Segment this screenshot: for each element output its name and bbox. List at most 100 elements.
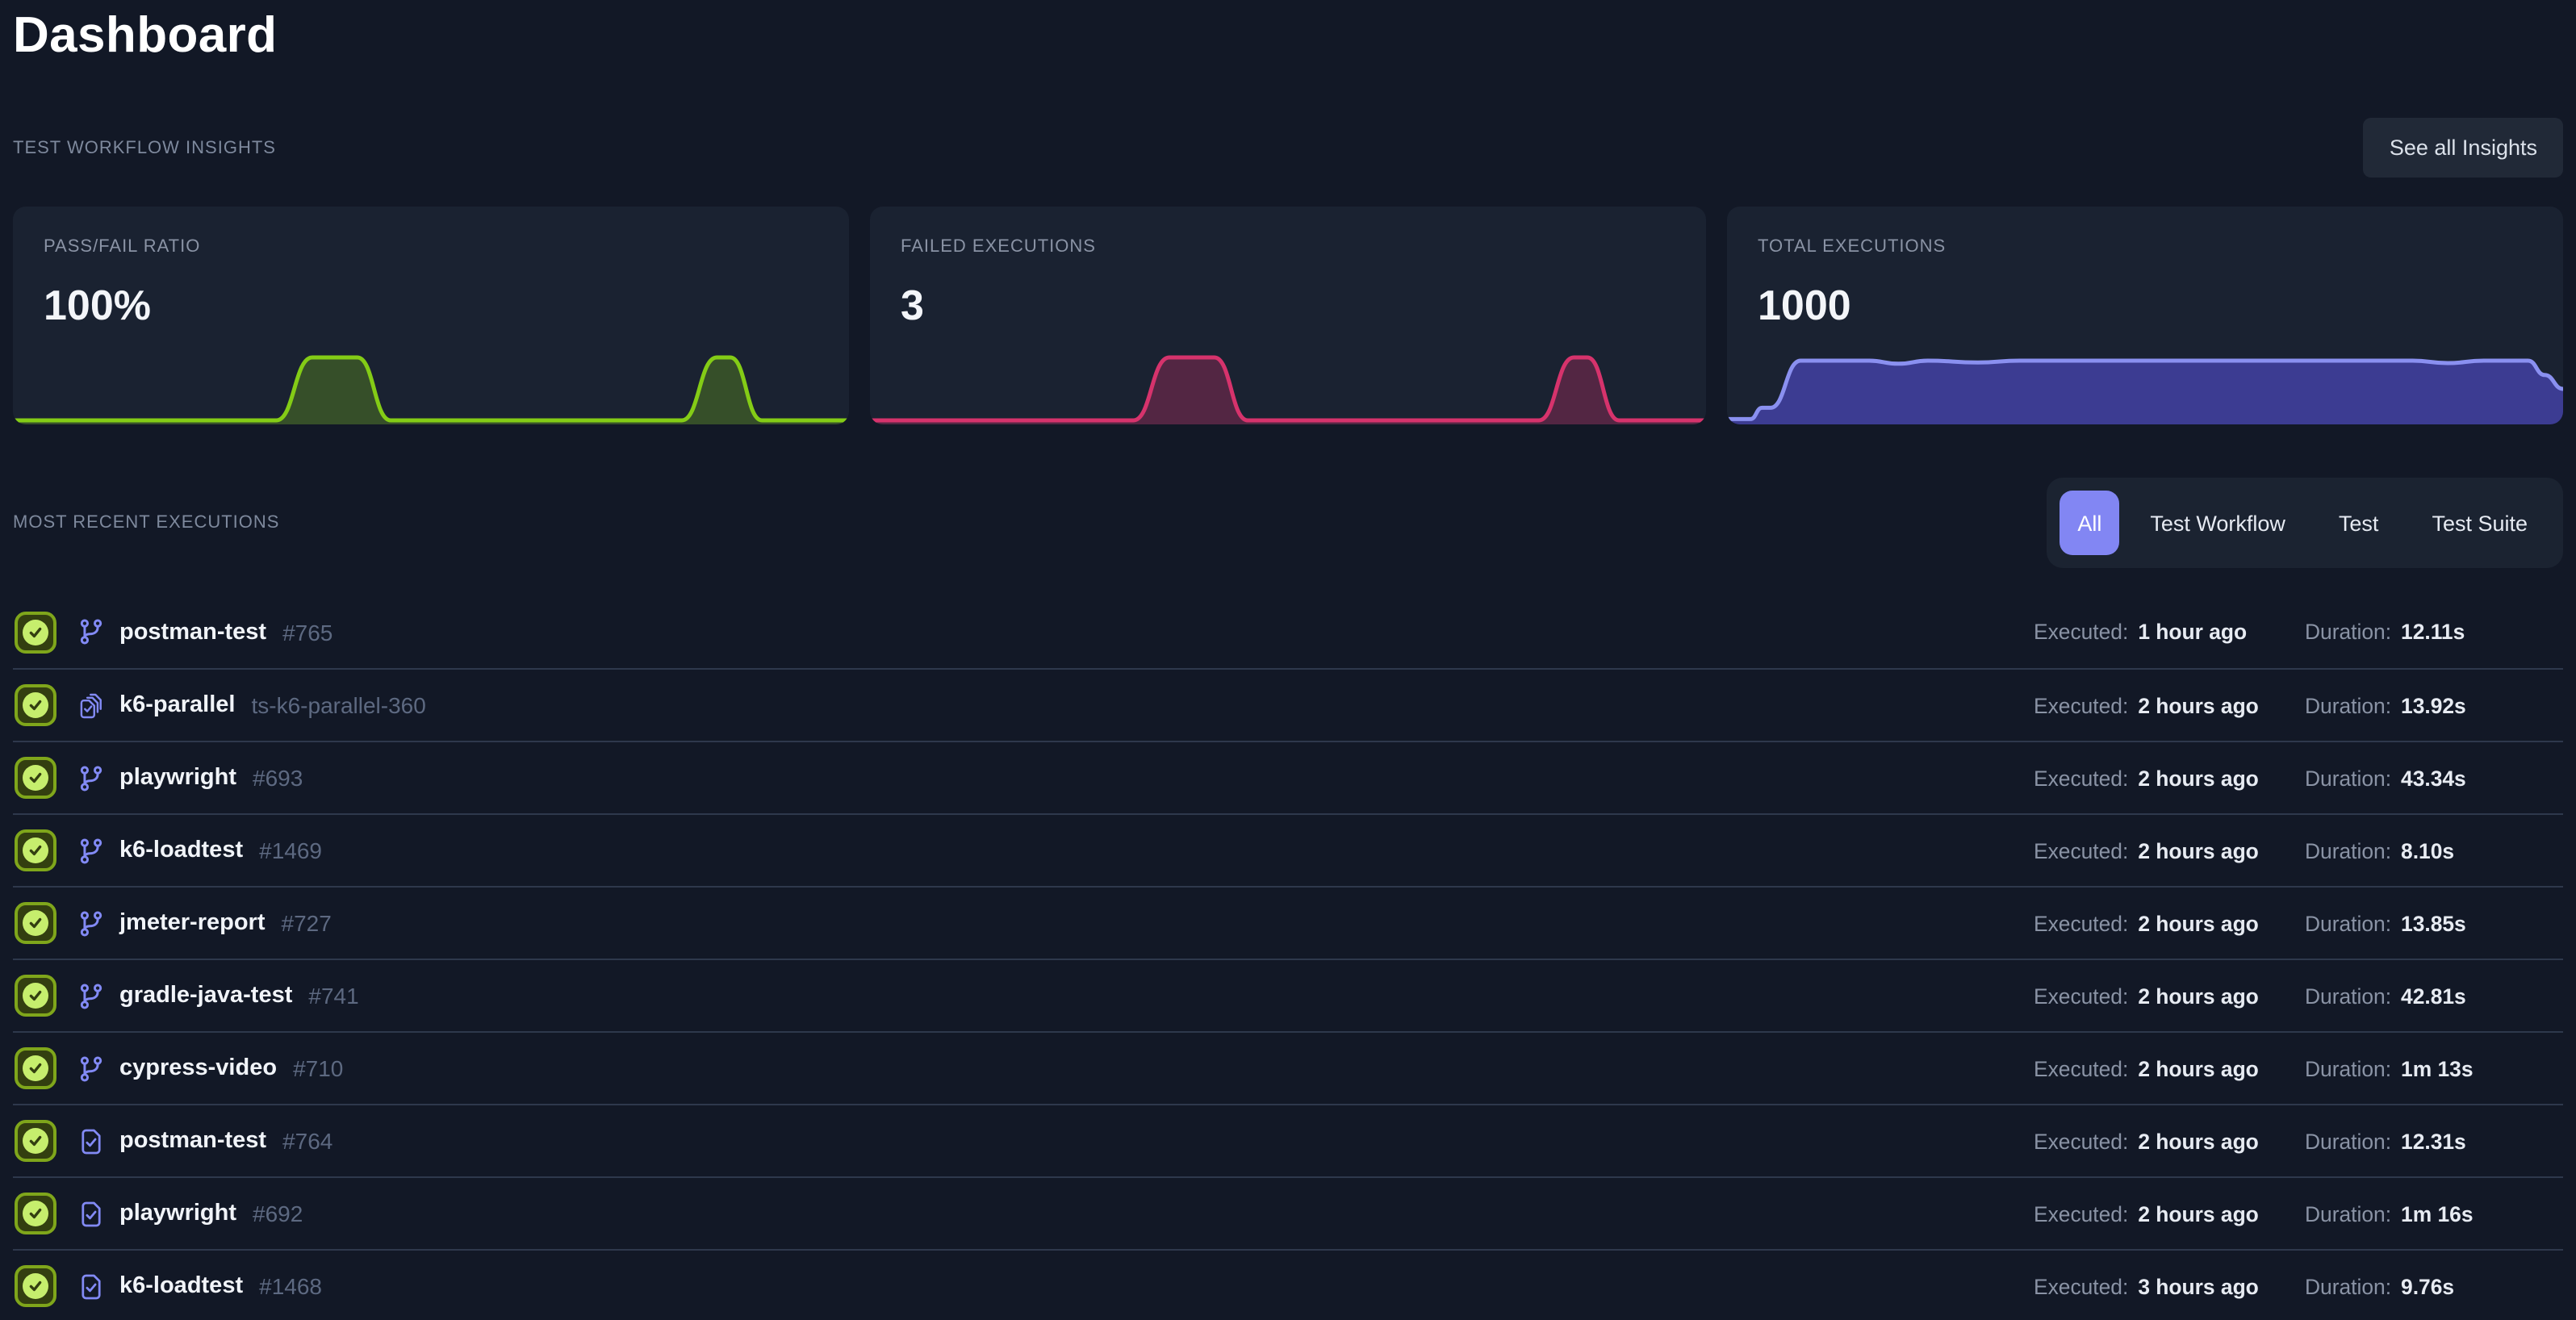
execution-name: playwright [119, 765, 236, 791]
duration-value: 1m 16s [2401, 1201, 2473, 1226]
executed-value: 2 hours ago [2138, 911, 2259, 935]
execution-row[interactable]: playwright#692Executed:2 hours agoDurati… [13, 1176, 2563, 1249]
execution-id: #1468 [259, 1273, 322, 1299]
insights-section-label: TEST WORKFLOW INSIGHTS [13, 138, 276, 157]
execution-name: postman-test [119, 619, 266, 645]
execution-row[interactable]: postman-test #765 Executed: 1 hour ago Durat… [13, 595, 2563, 668]
execution-id: ts-k6-parallel-360 [252, 692, 426, 718]
execution-row[interactable]: k6-loadtest#1469Executed:2 hours agoDura… [13, 813, 2563, 886]
executed-label: Executed: [2034, 693, 2128, 717]
execution-id: #765 [282, 619, 332, 645]
sparkline-chart [870, 350, 1706, 424]
execution-row[interactable]: k6-parallel ts-k6-parallel-360 Executed: 2 … [13, 668, 2563, 741]
tab-all[interactable]: All [2060, 491, 2119, 555]
duration-label: Duration: [2305, 911, 2391, 935]
insight-card: FAILED EXECUTIONS 3 [870, 207, 1706, 424]
execution-name: k6-parallel [119, 692, 236, 718]
status-passed-icon [15, 611, 56, 653]
duration-label: Duration: [2305, 1056, 2391, 1080]
duration-label: Duration: [2305, 620, 2391, 644]
duration-value: 13.85s [2401, 911, 2466, 935]
executed-label: Executed: [2034, 620, 2128, 644]
duration-label: Duration: [2305, 1274, 2391, 1298]
executed-value: 2 hours ago [2138, 1129, 2259, 1153]
status-passed-icon [15, 902, 56, 944]
insights-header: TEST WORKFLOW INSIGHTS See all Insights [13, 118, 2563, 178]
executed-value: 2 hours ago [2138, 1056, 2259, 1080]
duration-label: Duration: [2305, 838, 2391, 863]
status-passed-icon [15, 1193, 56, 1234]
tab-test-workflow[interactable]: Test Workflow [2127, 491, 2308, 555]
duration-value: 43.34s [2401, 766, 2466, 790]
executed-value: 1 hour ago [2138, 620, 2247, 644]
execution-type-tabs: AllTest WorkflowTestTest Suite [2047, 478, 2563, 568]
execution-name: postman-test [119, 1128, 266, 1154]
executed-value: 3 hours ago [2138, 1274, 2259, 1298]
sparkline-chart [13, 350, 849, 424]
insight-card: PASS/FAIL RATIO 100% [13, 207, 849, 424]
execution-row[interactable]: k6-loadtest #1468 Executed: 3 hours ago Dura… [13, 1249, 2563, 1320]
execution-id: #741 [308, 983, 358, 1009]
sparkline-chart [1727, 350, 2563, 424]
status-passed-icon [15, 757, 56, 799]
executed-label: Executed: [2034, 1129, 2128, 1153]
tab-test-suite[interactable]: Test Suite [2409, 491, 2550, 555]
execution-name: cypress-video [119, 1055, 277, 1081]
card-value: 1000 [1758, 281, 2532, 331]
execution-name: k6-loadtest [119, 838, 243, 863]
workflow-icon [77, 909, 105, 937]
card-label: FAILED EXECUTIONS [901, 237, 1675, 257]
dashboard-page: Dashboard TEST WORKFLOW INSIGHTS See all… [0, 0, 2576, 1320]
card-label: PASS/FAIL RATIO [44, 237, 818, 257]
status-passed-icon [15, 684, 56, 726]
execution-id: #764 [282, 1128, 332, 1154]
executed-label: Executed: [2034, 1201, 2128, 1226]
executed-value: 2 hours ago [2138, 984, 2259, 1008]
status-passed-icon [15, 1047, 56, 1089]
card-value: 3 [901, 281, 1675, 331]
test-icon [77, 1272, 105, 1300]
execution-name: playwright [119, 1201, 236, 1226]
card-value: 100% [44, 281, 818, 331]
executed-value: 2 hours ago [2138, 693, 2259, 717]
insight-cards: PASS/FAIL RATIO 100% FAILED EXECUTIONS 3 TOT… [13, 207, 2563, 424]
executed-label: Executed: [2034, 1274, 2128, 1298]
duration-label: Duration: [2305, 1129, 2391, 1153]
executed-label: Executed: [2034, 911, 2128, 935]
executed-label: Executed: [2034, 1056, 2128, 1080]
duration-value: 9.76s [2401, 1274, 2454, 1298]
execution-name: gradle-java-test [119, 983, 292, 1009]
test-icon [77, 1200, 105, 1227]
tab-test[interactable]: Test [2316, 491, 2402, 555]
duration-label: Duration: [2305, 693, 2391, 717]
execution-row[interactable]: cypress-video#710Executed:2 hours agoDur… [13, 1031, 2563, 1104]
execution-row[interactable]: gradle-java-test#741Executed:2 hours ago… [13, 959, 2563, 1031]
executed-value: 2 hours ago [2138, 1201, 2259, 1226]
execution-row[interactable]: jmeter-report#727Executed:2 hours agoDur… [13, 886, 2563, 959]
duration-value: 42.81s [2401, 984, 2466, 1008]
page-title: Dashboard [13, 0, 2563, 65]
execution-row[interactable]: playwright#693Executed:2 hours agoDurati… [13, 741, 2563, 813]
execution-id: #692 [253, 1201, 303, 1226]
duration-value: 12.31s [2401, 1129, 2466, 1153]
workflow-icon [77, 764, 105, 792]
insight-card: TOTAL EXECUTIONS 1000 [1727, 207, 2563, 424]
duration-value: 8.10s [2401, 838, 2454, 863]
executions-section-label: MOST RECENT EXECUTIONS [13, 513, 279, 533]
status-passed-icon [15, 1120, 56, 1162]
test-suite-icon [77, 690, 105, 721]
execution-id: #727 [282, 910, 332, 936]
status-passed-icon [15, 829, 56, 871]
duration-value: 1m 13s [2401, 1056, 2473, 1080]
executions-list: postman-test #765 Executed: 1 hour ago Durat… [13, 595, 2563, 1320]
test-icon [77, 1127, 105, 1155]
duration-value: 12.11s [2401, 620, 2465, 644]
duration-label: Duration: [2305, 984, 2391, 1008]
see-all-insights-button[interactable]: See all Insights [2364, 118, 2563, 178]
duration-value: 13.92s [2401, 693, 2466, 717]
execution-name: k6-loadtest [119, 1273, 243, 1299]
executed-label: Executed: [2034, 766, 2128, 790]
execution-id: #1469 [259, 838, 322, 863]
execution-row[interactable]: postman-test #764 Executed: 2 hours ago Dura… [13, 1104, 2563, 1176]
card-label: TOTAL EXECUTIONS [1758, 237, 2532, 257]
